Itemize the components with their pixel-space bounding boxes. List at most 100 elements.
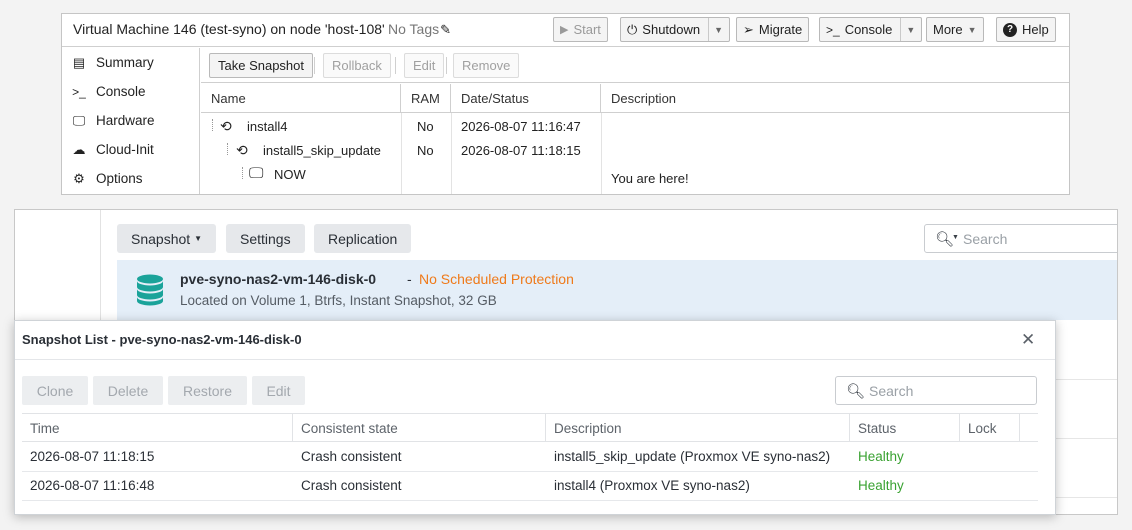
divider	[708, 18, 710, 41]
column-header-description[interactable]: Description	[601, 84, 1069, 113]
lun-row-selected[interactable]: pve-syno-nas2-vm-146-disk-0 - No Schedul…	[117, 260, 1117, 320]
pencil-icon[interactable]: ✎	[440, 22, 451, 37]
remove-button[interactable]: Remove	[453, 53, 520, 78]
row-time: 2026-08-07 11:16:48	[30, 478, 155, 493]
separator-dash: -	[407, 271, 412, 287]
replication-button[interactable]: Replication	[314, 224, 412, 253]
sidebar-item-label: Console	[96, 84, 146, 99]
settings-button[interactable]: Settings	[226, 224, 305, 253]
help-label: Help	[1022, 22, 1049, 37]
sidebar-item-options[interactable]: ⚙ Options	[62, 164, 200, 193]
shutdown-button[interactable]: ⏻ Shutdown ▼	[620, 17, 731, 42]
sidebar-item-label: Options	[96, 171, 143, 186]
column-header-consistent-state[interactable]: Consistent state	[293, 413, 546, 442]
console-button[interactable]: >_ Console ▼	[819, 17, 923, 42]
close-icon[interactable]: ✕	[1021, 330, 1035, 350]
vm-sidebar: ▤ Summary >_ Console 🖵 Hardware ☁ Cloud-…	[62, 48, 200, 194]
gear-icon: ⚙	[73, 170, 85, 186]
lun-location: Located on Volume 1, Btrfs, Instant Snap…	[180, 293, 497, 308]
row-description: install5_skip_update (Proxmox VE syno-na…	[554, 449, 831, 464]
row-state: Crash consistent	[301, 478, 402, 493]
protection-status: No Scheduled Protection	[419, 271, 574, 287]
sidebar-item-label: Hardware	[96, 113, 155, 128]
sidebar-item-console[interactable]: >_ Console	[62, 77, 200, 106]
dialog-title: Snapshot List - pve-syno-nas2-vm-146-dis…	[22, 332, 302, 347]
row-ram: No	[417, 119, 434, 134]
search-placeholder: Search	[963, 231, 1008, 247]
edit-button[interactable]: Edit	[252, 376, 305, 405]
tags-text: No Tags	[388, 21, 440, 37]
row-date: 2026-08-07 11:18:15	[461, 143, 581, 158]
sidebar-item-cloud-init[interactable]: ☁ Cloud-Init	[62, 135, 200, 164]
vm-title: Virtual Machine 146 (test-syno) on node …	[73, 21, 385, 37]
sidebar-item-label: Cloud-Init	[96, 142, 154, 157]
column-header-time[interactable]: Time	[22, 413, 293, 442]
migrate-button[interactable]: ➢ Migrate	[736, 17, 810, 42]
table-row[interactable]: ⟲ install5_skip_update No 2026-08-07 11:…	[201, 137, 1069, 161]
column-header-ram[interactable]: RAM	[401, 84, 451, 113]
row-divider	[22, 500, 1038, 501]
snapshot-menu-button[interactable]: Snapshot ▼	[117, 224, 217, 253]
start-button[interactable]: ▶ Start	[553, 17, 608, 42]
chevron-down-icon[interactable]: ▼	[906, 25, 915, 35]
table-row[interactable]: ⟲ install4 No 2026-08-07 11:16:47	[201, 113, 1069, 137]
chevron-down-icon[interactable]: ▼	[714, 25, 723, 35]
more-button[interactable]: More ▼	[926, 17, 984, 42]
table-row[interactable]: 2026-08-07 11:18:15 Crash consistent ins…	[22, 442, 1038, 471]
divider	[15, 359, 1055, 360]
chevron-down-icon: ▼	[967, 24, 977, 35]
snapshot-list-dialog: Snapshot List - pve-syno-nas2-vm-146-dis…	[14, 320, 1056, 515]
column-header-date-status[interactable]: Date/Status	[451, 84, 601, 113]
clone-button[interactable]: Clone	[22, 376, 88, 405]
divider	[314, 57, 315, 74]
sidebar-item-hardware[interactable]: 🖵 Hardware	[62, 106, 200, 135]
divider	[446, 57, 447, 74]
restore-button[interactable]: Restore	[168, 376, 247, 405]
more-label: More	[933, 22, 963, 37]
row-time: 2026-08-07 11:18:15	[30, 449, 155, 464]
play-icon: ▶	[560, 24, 569, 36]
take-snapshot-button[interactable]: Take Snapshot	[209, 53, 314, 78]
question-circle-icon: ?	[1003, 22, 1017, 37]
start-label: Start	[573, 22, 601, 37]
snapshot-table: Time Consistent state Description Status…	[22, 413, 1038, 501]
monitor-icon: 🖵	[249, 165, 264, 182]
tags-label[interactable]: No Tags✎	[388, 21, 451, 38]
row-name: NOW	[274, 167, 306, 182]
sidebar-item-summary[interactable]: ▤ Summary	[62, 48, 200, 77]
edit-button[interactable]: Edit	[404, 53, 445, 78]
book-icon: ▤	[72, 54, 86, 70]
search-input[interactable]: 🔍︎ Search	[835, 376, 1037, 405]
table-row[interactable]: 2026-08-07 11:16:48 Crash consistent ins…	[22, 471, 1038, 500]
proxmox-vm-panel: Virtual Machine 146 (test-syno) on node …	[61, 13, 1070, 195]
row-description: You are here!	[611, 171, 689, 186]
row-state: Crash consistent	[301, 449, 402, 464]
shutdown-label: Shutdown	[642, 22, 701, 37]
lun-name: pve-syno-nas2-vm-146-disk-0	[180, 271, 377, 287]
monitor-icon: 🖵	[72, 112, 86, 128]
snapshot-label: Snapshot	[131, 230, 191, 247]
caret-down-icon: ▼	[194, 234, 203, 243]
delete-button[interactable]: Delete	[93, 376, 163, 405]
column-header-spacer	[1020, 413, 1038, 442]
vm-title-bar: Virtual Machine 146 (test-syno) on node …	[62, 14, 1069, 47]
rollback-button[interactable]: Rollback	[323, 53, 391, 78]
status-badge: Healthy	[858, 449, 904, 464]
column-header-status[interactable]: Status	[850, 413, 960, 442]
paper-plane-icon: ➢	[743, 21, 754, 37]
search-icon: 🔍︎	[846, 383, 866, 400]
table-row[interactable]: 🖵 NOW You are here!	[201, 161, 1069, 186]
caret-down-icon: ▼	[952, 234, 959, 241]
column-header-name[interactable]: Name	[201, 84, 401, 113]
help-button[interactable]: ? Help	[996, 17, 1056, 42]
column-header-description[interactable]: Description	[546, 413, 850, 442]
search-input[interactable]: 🔍︎ ▼ Search	[924, 224, 1117, 253]
console-label: Console	[844, 22, 893, 37]
terminal-icon: >_	[72, 84, 86, 99]
row-ram: No	[417, 143, 434, 158]
column-header-lock[interactable]: Lock	[960, 413, 1020, 442]
snapshot-toolbar: Take Snapshot Rollback Edit Remove	[201, 48, 1069, 83]
sidebar-item-label: Summary	[96, 55, 154, 70]
row-date: 2026-08-07 11:16:47	[461, 119, 581, 134]
row-description: install4 (Proxmox VE syno-nas2)	[554, 478, 750, 493]
